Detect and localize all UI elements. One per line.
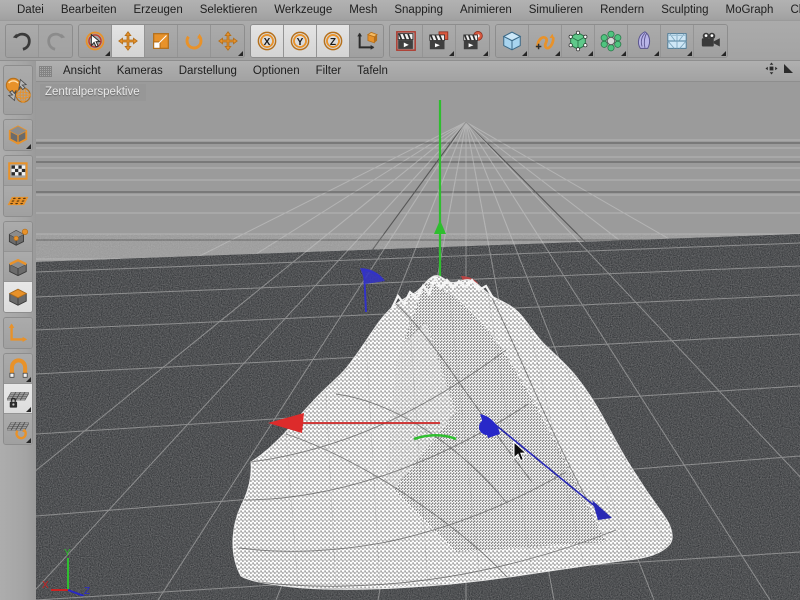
axis-modify-icon[interactable] (4, 318, 32, 348)
viewport-axis-gizmo: Y X Z (42, 546, 100, 597)
select-live-icon[interactable] (79, 24, 112, 57)
flyout-arrow-icon[interactable] (105, 50, 110, 56)
menu-rendern[interactable]: Rendern (592, 1, 653, 19)
render-group (389, 23, 490, 58)
create-group (495, 23, 728, 58)
flyout-arrow-icon[interactable] (26, 144, 31, 149)
vp-menu-kameras[interactable]: Kameras (109, 63, 171, 79)
redo-icon[interactable] (39, 24, 72, 57)
magnet-snap-icon[interactable] (4, 354, 32, 384)
flyout-arrow-icon[interactable] (721, 50, 726, 56)
render-view-icon[interactable] (390, 24, 423, 57)
flyout-arrow-icon[interactable] (588, 50, 593, 56)
flyout-arrow-icon[interactable] (654, 50, 659, 56)
vp-menu-ansicht[interactable]: Ansicht (55, 63, 109, 79)
component-group (3, 221, 33, 313)
menu-sculpting[interactable]: Sculpting (653, 1, 717, 19)
object-mode-icon[interactable] (4, 120, 32, 150)
generator-icon[interactable] (562, 24, 595, 57)
menu-datei[interactable]: Datei (9, 1, 53, 19)
left-tool-palette (0, 61, 36, 600)
sphere-shaded-icon[interactable] (4, 66, 32, 114)
svg-text:Y: Y (297, 37, 304, 48)
gizmo-x-label: X (42, 580, 49, 591)
gizmo-z-label: Z (84, 586, 90, 596)
menu-bearbeiten[interactable]: Bearbeiten (53, 1, 126, 19)
mode-group (3, 119, 33, 151)
menu-simulieren[interactable]: Simulieren (521, 1, 592, 19)
gizmo-y-label: Y (64, 548, 71, 559)
move-icon[interactable] (112, 24, 145, 57)
render-settings-icon[interactable] (456, 24, 489, 57)
deformer-icon[interactable] (628, 24, 661, 57)
lock-y-icon[interactable]: Y (284, 24, 317, 57)
vp-menu-darstellung[interactable]: Darstellung (171, 63, 245, 79)
object-origin-handle (479, 419, 495, 435)
menu-snapping[interactable]: Snapping (386, 1, 452, 19)
menu-erzeugen[interactable]: Erzeugen (125, 1, 191, 19)
flyout-arrow-icon[interactable] (238, 50, 243, 56)
vp-menu-tafeln[interactable]: Tafeln (349, 63, 396, 79)
svg-text:Z: Z (330, 37, 336, 48)
array-icon[interactable] (595, 24, 628, 57)
main-menu-bar: Datei Bearbeiten Erzeugen Selektieren Werkze… (0, 0, 800, 21)
lock-x-icon[interactable]: X (251, 24, 284, 57)
spline-icon[interactable] (529, 24, 562, 57)
lock-z-icon[interactable]: Z (317, 24, 350, 57)
svg-text:X: X (264, 37, 271, 48)
polygon-mode-icon[interactable] (4, 282, 32, 312)
render-preview-group (3, 65, 33, 115)
undo-icon[interactable] (6, 24, 39, 57)
flyout-arrow-icon[interactable] (621, 50, 626, 56)
move-alt-icon[interactable] (211, 24, 244, 57)
axis-lock-group: X Y Z (250, 23, 384, 58)
flyout-arrow-icon[interactable] (449, 50, 454, 56)
viewport-panel: Ansicht Kameras Darstellung Optionen Filter T… (36, 61, 800, 600)
scene-icon[interactable] (661, 24, 694, 57)
menu-mesh[interactable]: Mesh (341, 1, 386, 19)
edge-mode-icon[interactable] (4, 252, 32, 282)
workplane-rotate-icon[interactable] (4, 414, 32, 444)
menu-animieren[interactable]: Animieren (452, 1, 521, 19)
flyout-arrow-icon[interactable] (483, 50, 488, 56)
snap-group (3, 353, 33, 445)
flyout-arrow-icon[interactable] (522, 50, 527, 56)
flyout-arrow-icon[interactable] (687, 50, 692, 56)
flyout-arrow-icon[interactable] (26, 407, 31, 412)
camera-icon[interactable] (694, 24, 727, 57)
point-mode-icon[interactable] (4, 222, 32, 252)
viewport-maximize-icon[interactable] (783, 62, 796, 80)
menu-mograph[interactable]: MoGraph (718, 1, 783, 19)
world-coord-icon[interactable] (350, 24, 383, 57)
scale-icon[interactable] (145, 24, 178, 57)
viewport-menu-bar: Ansicht Kameras Darstellung Optionen Filter T… (36, 61, 800, 82)
render-region-icon[interactable] (423, 24, 456, 57)
workplane-lock-icon[interactable] (4, 384, 32, 414)
viewport-name-label[interactable]: Zentralperspektive (40, 84, 146, 101)
flyout-arrow-icon[interactable] (26, 377, 31, 382)
rotate-icon[interactable] (178, 24, 211, 57)
menu-werkzeuge[interactable]: Werkzeuge (266, 1, 341, 19)
texture-group (3, 155, 33, 217)
flyout-arrow-icon[interactable] (26, 438, 31, 443)
axis-group (3, 317, 33, 349)
menu-selektieren[interactable]: Selektieren (192, 1, 267, 19)
transform-group (78, 23, 245, 58)
texture-axis-icon[interactable] (4, 156, 32, 186)
menu-charakter[interactable]: Charakter (782, 1, 800, 19)
viewport-move-panel-icon[interactable] (765, 62, 778, 80)
vp-menu-optionen[interactable]: Optionen (245, 63, 308, 79)
vp-menu-filter[interactable]: Filter (308, 63, 350, 79)
scene-render (36, 82, 800, 600)
history-group (5, 23, 73, 58)
viewport-3d-canvas[interactable]: Zentralperspektive Y X Z (36, 82, 800, 600)
viewport-drag-handle-icon[interactable] (39, 65, 52, 77)
cube-primitive-icon[interactable] (496, 24, 529, 57)
viewport-layout-icons (765, 62, 800, 80)
cinema4d-window: Datei Bearbeiten Erzeugen Selektieren Werkze… (0, 0, 800, 600)
main-toolbar: X Y Z (0, 21, 800, 61)
flyout-arrow-icon[interactable] (555, 50, 560, 56)
points-mode-icon[interactable] (4, 186, 32, 216)
